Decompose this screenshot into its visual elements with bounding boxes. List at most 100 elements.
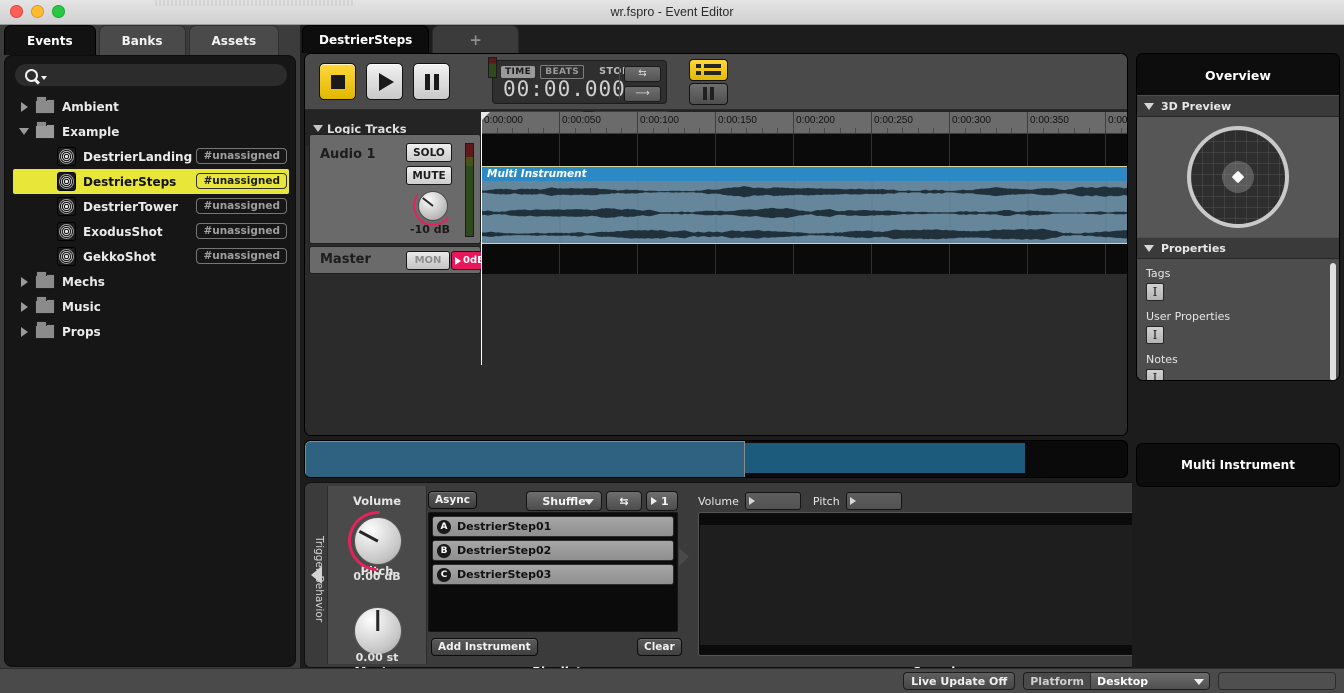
- monitor-button[interactable]: MON: [406, 251, 450, 270]
- ruler-subtick: [761, 128, 763, 133]
- expand-toggle[interactable]: [13, 276, 35, 287]
- tree-row-example[interactable]: Example: [13, 119, 289, 144]
- pause-button[interactable]: [413, 63, 450, 100]
- playlist-items-list[interactable]: A DestrierStep01 B DestrierStep02 C Dest…: [428, 512, 678, 632]
- 3d-preview-view[interactable]: [1137, 117, 1339, 237]
- expand-toggle[interactable]: [13, 301, 35, 312]
- timeline-gridline: [1105, 244, 1106, 274]
- mute-button[interactable]: MUTE: [406, 166, 452, 185]
- timecode-display[interactable]: TIME BEATS STOPPED 00:00.000 ⇆ ⟶: [492, 59, 667, 104]
- user-properties-input[interactable]: I: [1146, 326, 1164, 344]
- loop-playback-button[interactable]: ⇆: [624, 65, 661, 82]
- event-tree[interactable]: Ambient Example DestrierLanding #unassig…: [13, 94, 289, 660]
- ruler-subtick: [902, 128, 904, 133]
- ruler-subtick: [808, 128, 810, 133]
- search-input[interactable]: [47, 68, 287, 82]
- pitch-value: 0.00 st: [355, 651, 399, 664]
- overview-viewport-handle[interactable]: [305, 441, 745, 477]
- ruler-subtick: [652, 128, 654, 133]
- tree-row-destrierlanding[interactable]: DestrierLanding #unassigned: [13, 144, 289, 169]
- audio-clip-multi-instrument[interactable]: Multi Instrument: [481, 166, 1127, 244]
- ruler-subtick: [886, 128, 888, 133]
- window-controls[interactable]: [10, 5, 65, 18]
- clear-playlist-button[interactable]: Clear: [637, 638, 682, 656]
- right-panel: Overview 3D Preview Properties Tags I Us…: [1132, 25, 1344, 693]
- play-through-button[interactable]: ⟶: [624, 85, 661, 102]
- play-arrow-icon: [849, 497, 856, 505]
- tree-row-destriersteps[interactable]: DestrierSteps #unassigned: [13, 169, 289, 194]
- status-extra-field[interactable]: [1218, 672, 1336, 690]
- add-tab-button[interactable]: +: [432, 25, 519, 53]
- suspend-button[interactable]: [689, 82, 728, 105]
- volume-knob[interactable]: [418, 191, 448, 221]
- tree-item-label: ExodusShot: [83, 224, 163, 239]
- async-button[interactable]: Async: [428, 491, 477, 509]
- section-header-3d-preview[interactable]: 3D Preview: [1137, 95, 1339, 117]
- tab-assets[interactable]: Assets: [188, 25, 280, 55]
- timeline-overview-scrollbar[interactable]: [304, 440, 1128, 478]
- tree-row-exodusshot[interactable]: ExodusShot #unassigned: [13, 219, 289, 244]
- tree-row-gekkoshot[interactable]: GekkoShot #unassigned: [13, 244, 289, 269]
- minimize-window-button[interactable]: [31, 5, 44, 18]
- close-window-button[interactable]: [10, 5, 23, 18]
- playlist-item-name: DestrierStep03: [457, 568, 552, 581]
- add-instrument-button[interactable]: Add Instrument: [431, 638, 538, 656]
- tree-row-music[interactable]: Music: [13, 294, 289, 319]
- browser-body: Ambient Example DestrierLanding #unassig…: [4, 55, 296, 667]
- playlist-count-field[interactable]: 1: [646, 491, 678, 511]
- playlist-mode-select[interactable]: Shuffle: [526, 491, 602, 511]
- platform-value[interactable]: Desktop: [1091, 673, 1209, 689]
- track-header-audio-1[interactable]: Audio 1 SOLO MUTE -10 dB: [309, 134, 481, 244]
- section-header-properties[interactable]: Properties: [1137, 237, 1339, 259]
- search-bar[interactable]: [15, 64, 287, 86]
- track-name: Master: [320, 252, 371, 267]
- track-header-master[interactable]: Master MON 0dB: [309, 246, 489, 274]
- ruler-subtick: [777, 128, 779, 133]
- playlist-item[interactable]: A DestrierStep01: [432, 516, 674, 537]
- zoom-window-button[interactable]: [52, 5, 65, 18]
- chevron-down-icon: [584, 499, 594, 505]
- editor-tabs[interactable]: DestrierSteps +: [300, 25, 522, 53]
- expand-toggle[interactable]: [13, 101, 35, 112]
- view-mode-buttons: [689, 58, 728, 105]
- playhead-cursor[interactable]: [481, 112, 482, 365]
- playlist-loop-button[interactable]: ⇆: [606, 491, 642, 511]
- live-update-button[interactable]: Live Update Off: [903, 672, 1016, 690]
- chevron-right-icon: [20, 326, 28, 337]
- playlist-item[interactable]: B DestrierStep02: [432, 540, 674, 561]
- tab-banks[interactable]: Banks: [98, 25, 186, 55]
- solo-button[interactable]: SOLO: [406, 143, 452, 162]
- tags-input[interactable]: I: [1146, 283, 1164, 301]
- playlist-item[interactable]: C DestrierStep03: [432, 564, 674, 585]
- play-arrow-icon: [455, 256, 461, 265]
- playhead-flag-icon[interactable]: [481, 112, 490, 121]
- deck-pitch-knob[interactable]: [354, 607, 402, 655]
- tree-row-props[interactable]: Props: [13, 319, 289, 344]
- list-view-button[interactable]: [689, 58, 728, 81]
- sound-pitch-field[interactable]: [845, 492, 902, 510]
- play-button[interactable]: [366, 63, 403, 100]
- tree-row-destriertower[interactable]: DestrierTower #unassigned: [13, 194, 289, 219]
- stop-button[interactable]: [319, 63, 356, 100]
- instrument-deck: Trigger Behavior Volume 0.00 dB Pitch 0.…: [304, 482, 1180, 668]
- chevron-down-icon[interactable]: [313, 125, 323, 132]
- tab-destriersteps[interactable]: DestrierSteps: [302, 25, 430, 53]
- event-icon: [57, 222, 76, 241]
- deck-volume-knob[interactable]: [354, 517, 402, 565]
- platform-selector[interactable]: Platform Desktop: [1023, 672, 1210, 690]
- tab-events[interactable]: Events: [4, 25, 96, 55]
- notes-input[interactable]: I: [1146, 369, 1164, 380]
- collapse-toggle[interactable]: [13, 128, 35, 135]
- event-icon: [57, 247, 76, 266]
- sound-waveform-area[interactable]: [698, 512, 1164, 656]
- sound-volume-field[interactable]: [744, 492, 801, 510]
- properties-scrollbar[interactable]: [1330, 263, 1336, 380]
- expand-toggle[interactable]: [13, 326, 35, 337]
- tree-row-mechs[interactable]: Mechs: [13, 269, 289, 294]
- timeline-ruler[interactable]: 0:00:000 0:00:050 0:00:100 0:00:150 0:00:200…: [481, 112, 1127, 134]
- tree-row-ambient[interactable]: Ambient: [13, 94, 289, 119]
- folder-icon: [35, 321, 55, 339]
- editor-empty-area: [309, 276, 1125, 435]
- timeline-gridline: [793, 134, 794, 166]
- browser-tabs[interactable]: Events Banks Assets: [0, 25, 300, 55]
